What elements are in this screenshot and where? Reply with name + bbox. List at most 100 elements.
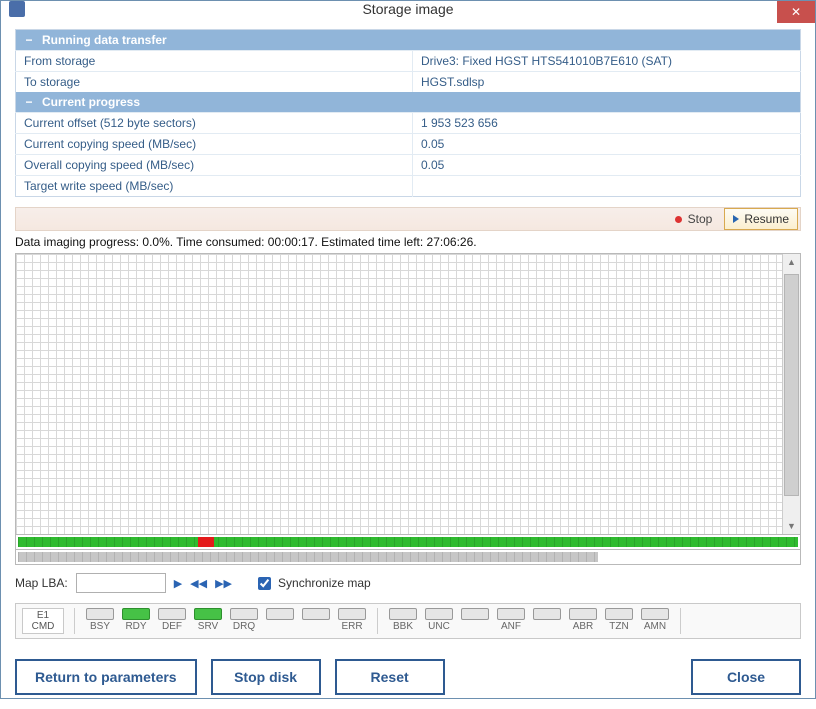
led-label: BSY bbox=[90, 621, 110, 632]
status-led-def: DEF bbox=[157, 608, 187, 632]
separator bbox=[74, 608, 75, 634]
led-icon bbox=[194, 608, 222, 620]
overall-speed-value: 0.05 bbox=[413, 155, 801, 176]
dialog-buttons: Return to parameters Stop disk Reset Clo… bbox=[15, 659, 801, 695]
synchronize-map-input[interactable] bbox=[258, 577, 271, 590]
led-label: ERR bbox=[341, 621, 362, 632]
play-icon[interactable]: ▶ bbox=[174, 577, 182, 590]
progress-overall-done bbox=[18, 552, 598, 562]
progress-header-label: Current progress bbox=[42, 95, 140, 109]
content-area: −Running data transfer From storage Driv… bbox=[1, 17, 815, 709]
led-icon bbox=[389, 608, 417, 620]
drive-status-indicators: E1 CMD BSY RDY DEFSRV DRQ ERR BBK UNC ANF ABR TZ… bbox=[15, 603, 801, 639]
titlebar: Storage image ✕ bbox=[1, 1, 815, 17]
section-header-transfer[interactable]: −Running data transfer bbox=[16, 30, 801, 51]
status-led-blank bbox=[265, 608, 295, 632]
status-led-unc: UNC bbox=[424, 608, 454, 632]
status-led-drq: DRQ bbox=[229, 608, 259, 632]
led-icon bbox=[338, 608, 366, 620]
sector-map-grid[interactable]: ▲ ▼ bbox=[15, 253, 801, 535]
status-led-anf: ANF bbox=[496, 608, 526, 632]
status-led-rdy: RDY bbox=[121, 608, 151, 632]
progress-bar-overall bbox=[15, 550, 801, 565]
cmd-indicator: E1 CMD bbox=[22, 608, 64, 634]
target-speed-label: Target write speed (MB/sec) bbox=[16, 176, 413, 197]
section-header-progress[interactable]: −Current progress bbox=[16, 92, 801, 113]
progress-cells-good bbox=[18, 537, 798, 547]
return-to-parameters-button[interactable]: Return to parameters bbox=[15, 659, 197, 695]
status-led-blank bbox=[532, 608, 562, 632]
separator bbox=[680, 608, 681, 634]
progress-action-strip: Stop Resume bbox=[15, 207, 801, 231]
row-target-speed: Target write speed (MB/sec) bbox=[16, 176, 801, 197]
info-table: −Running data transfer From storage Driv… bbox=[15, 29, 801, 197]
status-led-srv: SRV bbox=[193, 608, 223, 632]
current-speed-label: Current copying speed (MB/sec) bbox=[16, 134, 413, 155]
led-label: BBK bbox=[393, 621, 413, 632]
led-label: ABR bbox=[573, 621, 594, 632]
window-title: Storage image bbox=[1, 1, 815, 17]
stop-icon bbox=[675, 216, 682, 223]
storage-image-dialog: Storage image ✕ −Running data transfer F… bbox=[0, 0, 816, 699]
status-led-bbk: BBK bbox=[388, 608, 418, 632]
map-lba-row: Map LBA: ▶ ◀◀ ▶▶ Synchronize map bbox=[15, 573, 801, 593]
overall-speed-label: Overall copying speed (MB/sec) bbox=[16, 155, 413, 176]
status-group-1: BSY RDY DEFSRV DRQ ERR bbox=[85, 608, 367, 632]
led-label: RDY bbox=[125, 621, 146, 632]
scroll-up-icon[interactable]: ▲ bbox=[783, 254, 800, 270]
led-icon bbox=[302, 608, 330, 620]
rewind-icon[interactable]: ◀◀ bbox=[190, 577, 207, 590]
led-label: TZN bbox=[609, 621, 628, 632]
map-lba-label: Map LBA: bbox=[15, 576, 68, 590]
progress-bar-detail bbox=[15, 535, 801, 550]
led-label: DRQ bbox=[233, 621, 255, 632]
progress-summary-text: Data imaging progress: 0.0%. Time consum… bbox=[15, 235, 801, 249]
cmd-label: CMD bbox=[32, 621, 55, 632]
led-icon bbox=[533, 608, 561, 620]
fast-forward-icon[interactable]: ▶▶ bbox=[215, 577, 232, 590]
scroll-thumb[interactable] bbox=[784, 274, 799, 496]
to-storage-label: To storage bbox=[16, 72, 413, 93]
status-led-tzn: TZN bbox=[604, 608, 634, 632]
status-led-bsy: BSY bbox=[85, 608, 115, 632]
led-icon bbox=[497, 608, 525, 620]
led-icon bbox=[122, 608, 150, 620]
separator bbox=[377, 608, 378, 634]
led-icon bbox=[605, 608, 633, 620]
synchronize-map-checkbox[interactable]: Synchronize map bbox=[254, 574, 371, 593]
row-from-storage: From storage Drive3: Fixed HGST HTS54101… bbox=[16, 51, 801, 72]
window-close-button[interactable]: ✕ bbox=[777, 1, 815, 23]
sector-grid-scrollbar[interactable]: ▲ ▼ bbox=[782, 254, 800, 534]
collapse-icon[interactable]: − bbox=[24, 33, 34, 47]
offset-value: 1 953 523 656 bbox=[413, 113, 801, 134]
stop-disk-button[interactable]: Stop disk bbox=[211, 659, 321, 695]
progress-cells-error bbox=[198, 537, 214, 547]
resume-button[interactable]: Resume bbox=[724, 208, 798, 230]
led-label: ANF bbox=[501, 621, 521, 632]
from-storage-value: Drive3: Fixed HGST HTS541010B7E610 (SAT) bbox=[413, 51, 801, 72]
row-overall-speed: Overall copying speed (MB/sec) 0.05 bbox=[16, 155, 801, 176]
led-icon bbox=[569, 608, 597, 620]
from-storage-label: From storage bbox=[16, 51, 413, 72]
offset-label: Current offset (512 byte sectors) bbox=[16, 113, 413, 134]
status-led-amn: AMN bbox=[640, 608, 670, 632]
led-label: AMN bbox=[644, 621, 666, 632]
row-to-storage: To storage HGST.sdlsp bbox=[16, 72, 801, 93]
map-lba-input[interactable] bbox=[76, 573, 166, 593]
reset-button[interactable]: Reset bbox=[335, 659, 445, 695]
collapse-icon[interactable]: − bbox=[24, 95, 34, 109]
current-speed-value: 0.05 bbox=[413, 134, 801, 155]
close-button[interactable]: Close bbox=[691, 659, 801, 695]
resume-label: Resume bbox=[744, 212, 789, 226]
sector-grid-body[interactable] bbox=[16, 254, 782, 534]
led-icon bbox=[641, 608, 669, 620]
stop-button[interactable]: Stop bbox=[688, 212, 713, 226]
transfer-header-label: Running data transfer bbox=[42, 33, 167, 47]
status-led-blank bbox=[460, 608, 490, 632]
status-group-2: BBK UNC ANF ABR TZN AMN bbox=[388, 608, 670, 632]
status-led-abr: ABR bbox=[568, 608, 598, 632]
led-icon bbox=[266, 608, 294, 620]
led-icon bbox=[425, 608, 453, 620]
row-current-speed: Current copying speed (MB/sec) 0.05 bbox=[16, 134, 801, 155]
scroll-down-icon[interactable]: ▼ bbox=[783, 518, 800, 534]
